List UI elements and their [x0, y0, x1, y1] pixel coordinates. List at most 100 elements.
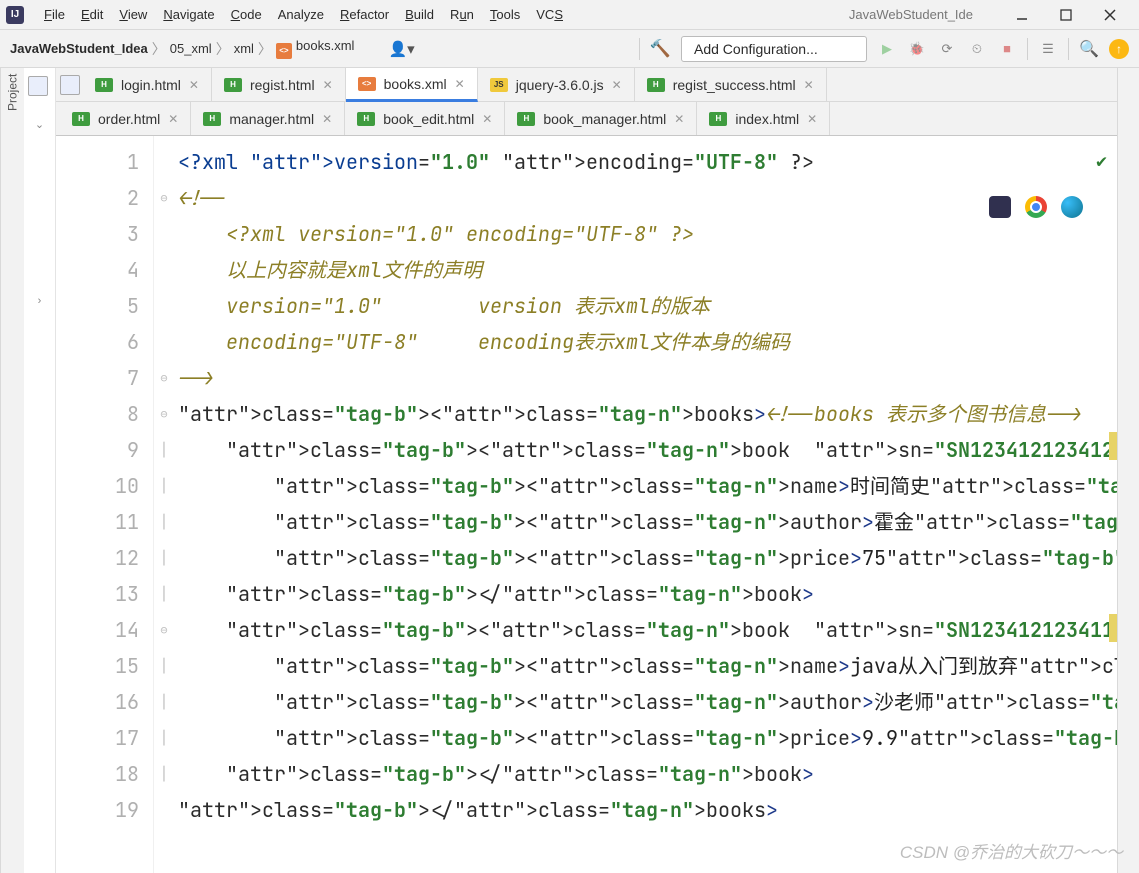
tab-label: manager.html [229, 111, 314, 127]
code-line[interactable]: "attr">class="tag-b"><"attr">class="tag-… [174, 720, 1117, 756]
editor-tab[interactable]: Hindex.html✕ [697, 102, 830, 135]
menu-file[interactable]: File [36, 7, 73, 22]
window-close-button[interactable] [1101, 6, 1119, 24]
code-line[interactable]: "attr">class="tag-b"></"attr">class="tag… [174, 576, 1117, 612]
run-button[interactable]: ▶ [877, 39, 897, 59]
close-tab-icon[interactable]: ✕ [322, 112, 332, 126]
fold-toggle-icon[interactable]: ⊖ [154, 360, 174, 396]
profile-button[interactable]: ⏲ [967, 39, 987, 59]
tab-label: book_manager.html [543, 111, 666, 127]
close-tab-icon[interactable]: ✕ [482, 112, 492, 126]
code-line[interactable]: "attr">class="tag-b"></"attr">class="tag… [174, 792, 1117, 828]
code-line[interactable]: "attr">class="tag-b"><"attr">class="tag-… [174, 396, 1117, 432]
chevron-right-icon[interactable]: › [38, 295, 42, 307]
code-line[interactable]: --> [174, 360, 1117, 396]
breadcrumb-part[interactable]: 05_xml [170, 41, 212, 56]
code-line[interactable]: 以上内容就是xml文件的声明 [174, 252, 1117, 288]
code-line[interactable]: <?xml version="1.0" encoding="UTF-8" ?> [174, 216, 1117, 252]
editor-tab[interactable]: Hmanager.html ✕ [191, 102, 345, 135]
tab-label: book_edit.html [383, 111, 474, 127]
run-config-select[interactable]: Add Configuration... [681, 36, 867, 62]
warning-stripe[interactable] [1109, 432, 1117, 460]
build-icon[interactable]: 🔨 [650, 39, 671, 59]
code-line[interactable]: "attr">class="tag-b"><"attr">class="tag-… [174, 468, 1117, 504]
close-tab-icon[interactable]: ✕ [189, 78, 199, 92]
editor-tab[interactable]: Hbook_edit.html✕ [345, 102, 505, 135]
code-line[interactable]: <!-- [174, 180, 1117, 216]
right-tool-stripe [1117, 68, 1139, 873]
code-line[interactable]: "attr">class="tag-b"><"attr">class="tag-… [174, 432, 1117, 468]
editor-pane[interactable]: 12345678910111213141516171819 ⊖⊖⊖│││││⊖│… [56, 136, 1117, 873]
inspection-ok-icon[interactable]: ✔ [1096, 144, 1107, 180]
breadcrumb-part[interactable]: JavaWebStudent_Idea [10, 41, 148, 56]
menu-analyze[interactable]: Analyze [270, 7, 332, 22]
project-view-icon[interactable] [28, 76, 48, 96]
line-number: 18 [56, 756, 145, 792]
close-tab-icon[interactable]: ✕ [612, 78, 622, 92]
intellij-preview-icon[interactable] [989, 196, 1011, 218]
user-icon[interactable]: 👤▾ [388, 40, 414, 58]
open-in-browser-panel [989, 196, 1083, 218]
window-maximize-button[interactable] [1057, 6, 1075, 24]
editor-tab[interactable]: Horder.html✕ [60, 102, 191, 135]
code-line[interactable]: "attr">class="tag-b"><"attr">class="tag-… [174, 540, 1117, 576]
warning-stripe[interactable] [1109, 614, 1117, 642]
git-button[interactable]: ☰ [1038, 39, 1058, 59]
code-area[interactable]: <?xml "attr">version="1.0" "attr">encodi… [174, 136, 1117, 873]
code-line[interactable]: "attr">class="tag-b"><"attr">class="tag-… [174, 612, 1117, 648]
editor-tab[interactable]: Hregist.html✕ [212, 68, 346, 101]
fold-toggle-icon[interactable]: ⊖ [154, 396, 174, 432]
code-line[interactable]: "attr">class="tag-b"></"attr">class="tag… [174, 756, 1117, 792]
menu-view[interactable]: View [111, 7, 155, 22]
editor-tab[interactable]: Hregist_success.html✕ [635, 68, 827, 101]
breadcrumb-part[interactable]: <>books.xml [276, 38, 355, 59]
close-tab-icon[interactable]: ✕ [674, 112, 684, 126]
close-tab-icon[interactable]: ✕ [807, 112, 817, 126]
menu-code[interactable]: Code [223, 7, 270, 22]
line-number: 16 [56, 684, 145, 720]
menu-build[interactable]: Build [397, 7, 442, 22]
search-everywhere-button[interactable]: 🔍 [1079, 39, 1099, 59]
breadcrumb-part[interactable]: xml [234, 41, 254, 56]
menu-refactor[interactable]: Refactor [332, 7, 397, 22]
tab-label: books.xml [384, 76, 447, 92]
edge-icon[interactable] [1061, 196, 1083, 218]
menu-edit[interactable]: Edit [73, 7, 111, 22]
line-number: 6 [56, 324, 145, 360]
project-tool-stripe[interactable]: Project [0, 68, 24, 873]
code-line[interactable]: <?xml "attr">version="1.0" "attr">encodi… [174, 144, 1117, 180]
code-line[interactable]: "attr">class="tag-b"><"attr">class="tag-… [174, 684, 1117, 720]
close-tab-icon[interactable]: ✕ [168, 112, 178, 126]
chrome-icon[interactable] [1025, 196, 1047, 218]
chevron-down-icon[interactable]: ⌄ [35, 118, 44, 131]
code-line[interactable]: "attr">class="tag-b"><"attr">class="tag-… [174, 648, 1117, 684]
window-minimize-button[interactable] [1013, 6, 1031, 24]
code-line[interactable]: "attr">class="tag-b"><"attr">class="tag-… [174, 504, 1117, 540]
coverage-button[interactable]: ⟳ [937, 39, 957, 59]
fold-toggle-icon[interactable]: ⊖ [154, 612, 174, 648]
html-file-icon: H [203, 112, 221, 126]
project-tree-collapsed[interactable]: ⌄ › [24, 68, 56, 873]
close-tab-icon[interactable]: ✕ [804, 78, 814, 92]
fold-toggle-icon[interactable]: ⊖ [154, 180, 174, 216]
stop-button[interactable]: ■ [997, 39, 1017, 59]
editor-tab[interactable]: Hbook_manager.html✕ [505, 102, 697, 135]
fold-column[interactable]: ⊖⊖⊖│││││⊖││││ [154, 136, 174, 873]
editor-tab[interactable]: JSjquery-3.6.0.js✕ [478, 68, 635, 101]
code-line[interactable]: encoding="UTF-8" encoding表示xml文件本身的编码 [174, 324, 1117, 360]
debug-button[interactable]: 🐞 [907, 39, 927, 59]
menu-run[interactable]: Run [442, 7, 482, 22]
menu-vcs[interactable]: VCS [528, 7, 571, 22]
editor-tab[interactable]: Hlogin.html✕ [83, 68, 212, 101]
tab-group-icon[interactable] [60, 75, 80, 95]
html-file-icon: H [224, 78, 242, 92]
breadcrumb[interactable]: JavaWebStudent_Idea〉05_xml〉xml〉<>books.x… [10, 38, 354, 59]
editor-tab[interactable]: <>books.xml✕ [346, 68, 478, 102]
code-line[interactable]: version="1.0" version 表示xml的版本 [174, 288, 1117, 324]
menu-navigate[interactable]: Navigate [155, 7, 222, 22]
tab-label: index.html [735, 111, 799, 127]
close-tab-icon[interactable]: ✕ [323, 78, 333, 92]
close-tab-icon[interactable]: ✕ [455, 77, 465, 91]
update-available-icon[interactable]: ↑ [1109, 39, 1129, 59]
menu-tools[interactable]: Tools [482, 7, 528, 22]
